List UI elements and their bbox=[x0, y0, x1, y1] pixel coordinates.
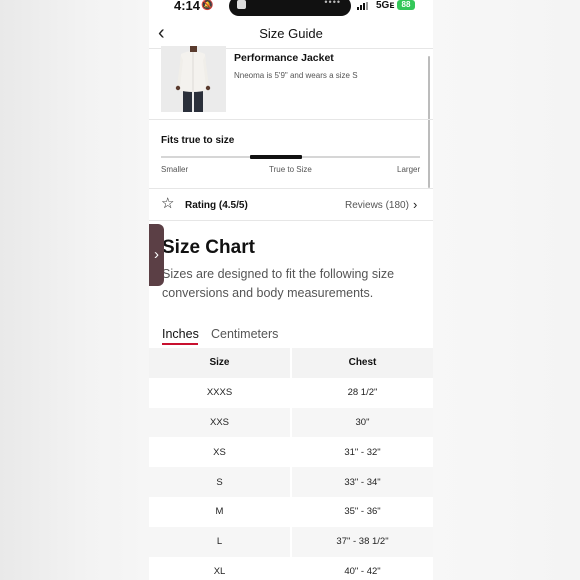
status-bar: 4:14 🔕 •••• 5Gᴇ 88 bbox=[149, 0, 433, 16]
table-row: L 37" - 38 1/2" bbox=[149, 526, 433, 557]
table-header-row: Size Chest bbox=[149, 348, 433, 378]
column-header-size: Size bbox=[149, 348, 290, 378]
battery-icon: 88 bbox=[397, 0, 415, 10]
size-cell: L bbox=[149, 526, 290, 557]
status-time: 4:14 bbox=[174, 0, 201, 13]
dynamic-island: •••• bbox=[229, 0, 351, 16]
product-image bbox=[161, 46, 226, 112]
table-row: XXS 30" bbox=[149, 407, 433, 438]
chest-cell: 37" - 38 1/2" bbox=[292, 526, 433, 557]
tab-inches[interactable]: Inches bbox=[162, 327, 199, 341]
app-icon bbox=[237, 0, 246, 9]
side-drawer-tab[interactable]: › bbox=[149, 224, 164, 286]
table-row: XXXS 28 1/2" bbox=[149, 377, 433, 408]
size-cell: S bbox=[149, 467, 290, 497]
page-title: Size Guide bbox=[259, 26, 323, 41]
active-tab-indicator bbox=[162, 343, 198, 345]
size-cell: XXS bbox=[149, 407, 290, 438]
product-name: Performance Jacket bbox=[234, 52, 334, 64]
fit-title: Fits true to size bbox=[161, 135, 235, 146]
audio-wave-icon: •••• bbox=[324, 0, 341, 7]
signal-icon bbox=[357, 2, 368, 10]
fit-label-true-to-size: True to Size bbox=[269, 165, 312, 174]
chest-cell: 40" - 42" bbox=[292, 556, 433, 580]
scrollbar[interactable] bbox=[428, 56, 430, 188]
table-row: XL 40" - 42" bbox=[149, 556, 433, 580]
table-row: M 35" - 36" bbox=[149, 496, 433, 527]
chest-cell: 28 1/2" bbox=[292, 377, 433, 408]
fit-scale-marker bbox=[250, 155, 302, 159]
size-cell: XXXS bbox=[149, 377, 290, 408]
size-cell: XL bbox=[149, 556, 290, 580]
nav-header: ‹ Size Guide bbox=[149, 20, 433, 48]
table-row: S 33" - 34" bbox=[149, 467, 433, 497]
star-outline-icon: ☆ bbox=[161, 195, 175, 212]
size-cell: XS bbox=[149, 437, 290, 468]
column-header-chest: Chest bbox=[292, 348, 433, 378]
reviews-link[interactable]: Reviews (180) bbox=[345, 200, 409, 211]
model-info: Nneoma is 5'9" and wears a size S bbox=[234, 71, 358, 80]
divider bbox=[149, 119, 433, 120]
chest-cell: 35" - 36" bbox=[292, 496, 433, 527]
chevron-right-icon[interactable]: › bbox=[413, 197, 417, 212]
background-left bbox=[0, 0, 149, 580]
chest-cell: 31" - 32" bbox=[292, 437, 433, 468]
tab-centimeters[interactable]: Centimeters bbox=[211, 327, 278, 341]
table-row: XS 31" - 32" bbox=[149, 437, 433, 468]
size-cell: M bbox=[149, 496, 290, 527]
chest-cell: 30" bbox=[292, 407, 433, 438]
size-chart-description: Sizes are designed to fit the following … bbox=[162, 267, 395, 300]
fit-label-smaller: Smaller bbox=[161, 165, 189, 174]
size-chart-heading: Size Chart bbox=[162, 237, 255, 258]
divider bbox=[149, 220, 433, 221]
bell-slash-icon: 🔕 bbox=[201, 0, 214, 11]
divider bbox=[149, 188, 433, 189]
size-table: Size Chest XXXS 28 1/2" XXS 30" XS 31" -… bbox=[149, 348, 433, 580]
chest-cell: 33" - 34" bbox=[292, 467, 433, 497]
network-label: 5Gᴇ bbox=[376, 0, 395, 11]
rating-label: Rating (4.5/5) bbox=[185, 200, 248, 211]
background-right bbox=[433, 0, 580, 580]
phone-screen: 4:14 🔕 •••• 5Gᴇ 88 ‹ Size Guide Performa… bbox=[149, 0, 433, 580]
fit-label-larger: Larger bbox=[397, 165, 421, 174]
